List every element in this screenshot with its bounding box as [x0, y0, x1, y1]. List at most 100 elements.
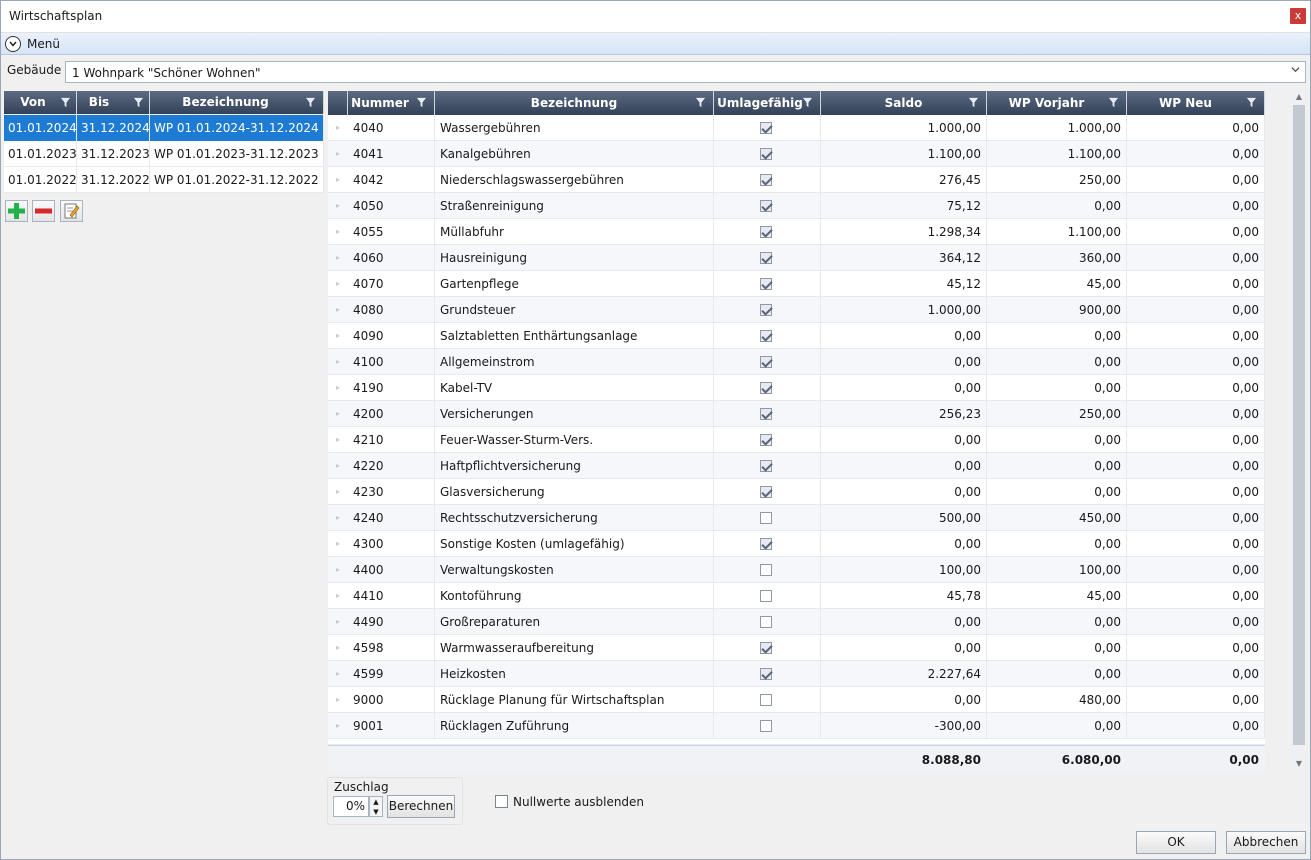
filter-icon[interactable]	[802, 97, 813, 108]
umlagefaehig-checkbox[interactable]	[760, 512, 772, 524]
account-row[interactable]: ▸ 4490 Großreparaturen 0,00 0,00 0,00	[328, 609, 1265, 635]
column-header-saldo[interactable]: Saldo Basiszeitraum	[821, 91, 987, 134]
account-row[interactable]: ▸ 9000 Rücklage Planung für Wirtschaftspla…	[328, 687, 1265, 713]
close-button[interactable]: x	[1290, 8, 1306, 24]
filter-icon[interactable]	[695, 97, 706, 108]
spin-down-icon[interactable]: ▼	[370, 807, 382, 817]
cell-bezeichnung: Haftpflichtversicherung	[435, 453, 714, 479]
ok-button[interactable]: OK	[1136, 831, 1216, 854]
umlagefaehig-checkbox[interactable]	[760, 590, 772, 602]
row-indicator-icon: ▸	[335, 175, 340, 184]
account-row[interactable]: ▸ 4080 Grundsteuer 1.000,00 900,00 0,00	[328, 297, 1265, 323]
filter-icon[interactable]	[1246, 97, 1257, 108]
nullwerte-label[interactable]: Nullwerte ausblenden	[513, 795, 644, 809]
berechnen-button[interactable]: Berechnen	[387, 795, 455, 818]
edit-plan-button[interactable]	[60, 200, 83, 222]
account-row[interactable]: ▸ 4060 Hausreinigung 364,12 360,00 0,00	[328, 245, 1265, 271]
account-row[interactable]: ▸ 4200 Versicherungen 256,23 250,00 0,00	[328, 401, 1265, 427]
menu-label[interactable]: Menü	[27, 37, 60, 51]
umlagefaehig-checkbox[interactable]	[760, 460, 772, 472]
umlagefaehig-checkbox[interactable]	[760, 642, 772, 654]
plan-row[interactable]: 01.01.2023 31.12.2023 WP 01.01.2023-31.12.…	[4, 141, 324, 167]
umlagefaehig-checkbox[interactable]	[760, 148, 772, 160]
account-row[interactable]: ▸ 4050 Straßenreinigung 75,12 0,00 0,00	[328, 193, 1265, 219]
account-row[interactable]: ▸ 4190 Kabel-TV 0,00 0,00 0,00	[328, 375, 1265, 401]
nullwerte-checkbox[interactable]	[495, 795, 508, 808]
cell-umlagefaehig	[714, 167, 821, 193]
add-plan-button[interactable]	[5, 200, 28, 222]
filter-icon[interactable]	[133, 97, 144, 108]
column-header-wp-vorjahr[interactable]: WP Vorjahr	[987, 91, 1127, 115]
zuschlag-input[interactable]: 0%	[333, 796, 369, 817]
account-row[interactable]: ▸ 4100 Allgemeinstrom 0,00 0,00 0,00	[328, 349, 1265, 375]
umlagefaehig-checkbox[interactable]	[760, 330, 772, 342]
column-header-bezeichnung[interactable]: Bezeichnung	[435, 91, 714, 115]
window-title: Wirtschaftsplan	[9, 9, 103, 23]
column-header-umlagefaehig[interactable]: Umlagefähig	[714, 91, 821, 115]
account-row[interactable]: ▸ 4300 Sonstige Kosten (umlagefähig) 0,00 0,…	[328, 531, 1265, 557]
umlagefaehig-checkbox[interactable]	[760, 278, 772, 290]
account-row[interactable]: ▸ 4599 Heizkosten 2.227,64 0,00 0,00	[328, 661, 1265, 687]
umlagefaehig-checkbox[interactable]	[760, 174, 772, 186]
plan-row[interactable]: 01.01.2022 31.12.2022 WP 01.01.2022-31.12.…	[4, 167, 324, 193]
column-header-bezeichnung[interactable]: Bezeichnung	[150, 91, 324, 114]
account-row[interactable]: ▸ 4410 Kontoführung 45,78 45,00 0,00	[328, 583, 1265, 609]
account-row[interactable]: ▸ 4040 Wassergebühren 1.000,00 1.000,00 0,00	[328, 115, 1265, 141]
umlagefaehig-checkbox[interactable]	[760, 382, 772, 394]
umlagefaehig-checkbox[interactable]	[760, 538, 772, 550]
umlagefaehig-checkbox[interactable]	[760, 408, 772, 420]
chevron-down-icon[interactable]	[1291, 65, 1300, 77]
account-row[interactable]: ▸ 4041 Kanalgebühren 1.100,00 1.100,00 0,00	[328, 141, 1265, 167]
umlagefaehig-checkbox[interactable]	[760, 434, 772, 446]
account-row[interactable]: ▸ 4042 Niederschlagswassergebühren 276,45 25…	[328, 167, 1265, 193]
zuschlag-spinner[interactable]: ▲ ▼	[369, 796, 383, 817]
remove-plan-button[interactable]	[32, 200, 55, 222]
account-row[interactable]: ▸ 4240 Rechtsschutzversicherung 500,00 450,0…	[328, 505, 1265, 531]
chevron-down-circle-icon[interactable]	[5, 36, 21, 52]
column-header-bis[interactable]: Bis	[77, 91, 150, 114]
umlagefaehig-checkbox[interactable]	[760, 720, 772, 732]
umlagefaehig-checkbox[interactable]	[760, 304, 772, 316]
scroll-down-icon[interactable]: ▼	[1291, 759, 1307, 771]
row-indicator-icon: ▸	[335, 461, 340, 470]
umlagefaehig-checkbox[interactable]	[760, 694, 772, 706]
umlagefaehig-checkbox[interactable]	[760, 252, 772, 264]
umlagefaehig-checkbox[interactable]	[760, 486, 772, 498]
column-header-von[interactable]: Von	[4, 91, 77, 114]
scrollbar-thumb[interactable]	[1293, 105, 1305, 745]
column-header-nummer[interactable]: Nummer	[348, 91, 435, 115]
account-grid-header: Nummer Bezeichnung Umlagefähig Saldo Bas…	[328, 91, 1265, 134]
account-row[interactable]: ▸ 4070 Gartenpflege 45,12 45,00 0,00	[328, 271, 1265, 297]
menu-bar[interactable]: Menü	[1, 34, 1310, 55]
account-row[interactable]: ▸ 9001 Rücklagen Zuführung -300,00 0,00 0,00	[328, 713, 1265, 739]
cell-neu: 0,00	[1127, 219, 1265, 245]
account-row[interactable]: ▸ 4210 Feuer-Wasser-Sturm-Vers. 0,00 0,00 0,0…	[328, 427, 1265, 453]
plan-row[interactable]: 01.01.2024 31.12.2024 WP 01.01.2024-31.12.…	[4, 115, 324, 141]
filter-icon[interactable]	[305, 97, 316, 108]
filter-icon[interactable]	[1108, 97, 1119, 108]
vertical-scrollbar[interactable]: ▲ ▼	[1291, 91, 1307, 773]
umlagefaehig-checkbox[interactable]	[760, 200, 772, 212]
account-row[interactable]: ▸ 4055 Müllabfuhr 1.298,34 1.100,00 0,00	[328, 219, 1265, 245]
filter-icon[interactable]	[416, 97, 427, 108]
gebaeude-select[interactable]: 1 Wohnpark "Schöner Wohnen"	[65, 61, 1306, 83]
account-row[interactable]: ▸ 4090 Salztabletten Enthärtungsanlage 0,00…	[328, 323, 1265, 349]
umlagefaehig-checkbox[interactable]	[760, 226, 772, 238]
account-row[interactable]: ▸ 4598 Warmwasseraufbereitung 0,00 0,00 0,00	[328, 635, 1265, 661]
umlagefaehig-checkbox[interactable]	[760, 122, 772, 134]
plan-cell-bezeichnung: WP 01.01.2024-31.12.2024	[150, 115, 324, 141]
abbrechen-button[interactable]: Abbrechen	[1226, 831, 1306, 854]
spin-up-icon[interactable]: ▲	[370, 797, 382, 807]
umlagefaehig-checkbox[interactable]	[760, 668, 772, 680]
umlagefaehig-checkbox[interactable]	[760, 616, 772, 628]
account-row[interactable]: ▸ 4220 Haftpflichtversicherung 0,00 0,00 0,00	[328, 453, 1265, 479]
filter-icon[interactable]	[968, 97, 979, 108]
filter-icon[interactable]	[60, 97, 71, 108]
cell-saldo: 45,12	[821, 271, 987, 297]
scroll-up-icon[interactable]: ▲	[1291, 92, 1307, 104]
umlagefaehig-checkbox[interactable]	[760, 356, 772, 368]
column-header-wp-neu[interactable]: WP Neu	[1127, 91, 1265, 115]
account-row[interactable]: ▸ 4400 Verwaltungskosten 100,00 100,00 0,00	[328, 557, 1265, 583]
umlagefaehig-checkbox[interactable]	[760, 564, 772, 576]
account-row[interactable]: ▸ 4230 Glasversicherung 0,00 0,00 0,00	[328, 479, 1265, 505]
